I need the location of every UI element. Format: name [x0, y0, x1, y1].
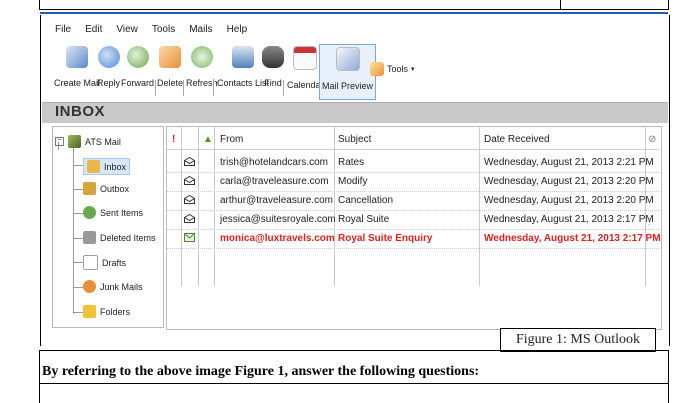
mail-preview-icon	[335, 47, 360, 71]
toolbar-separator	[213, 80, 214, 96]
attachment-column-icon[interactable]: ⊘	[648, 134, 656, 145]
inbox-icon	[87, 160, 100, 173]
outbox-icon	[83, 182, 96, 195]
forward-button[interactable]: Forward	[121, 46, 154, 98]
tree-connector	[73, 148, 74, 314]
tree-item-folders[interactable]: Folders	[83, 305, 130, 318]
delete-icon	[159, 46, 181, 68]
toolbar-separator	[183, 80, 184, 96]
question-text: By referring to the above image Figure 1…	[42, 364, 480, 379]
read-envelope-icon	[184, 214, 195, 223]
binoculars-icon	[262, 46, 284, 68]
mailbox-icon	[68, 135, 81, 148]
figure-caption: Figure 1: MS Outlook	[500, 328, 656, 352]
top-table-frame	[39, 0, 669, 10]
menu-edit[interactable]: Edit	[85, 24, 102, 40]
menu-file[interactable]: File	[55, 24, 71, 40]
table-row[interactable]: jessica@suitesroyale.com Royal Suite Wed…	[167, 210, 659, 230]
find-button[interactable]: Find	[262, 46, 284, 98]
toolbar-separator	[155, 80, 156, 96]
read-envelope-icon	[184, 195, 195, 204]
tools-dropdown[interactable]: Tools ▾	[370, 62, 415, 76]
tree-item-sent-items[interactable]: Sent Items	[83, 206, 143, 219]
table-row[interactable]: trish@hotelandcars.com Rates Wednesday, …	[167, 153, 659, 173]
scroll-grip-icon[interactable]: ⁞	[648, 217, 651, 227]
menu-tools[interactable]: Tools	[152, 24, 175, 40]
read-envelope-icon	[184, 176, 195, 185]
table-row[interactable]: arthur@traveleasure.com Cancellation Wed…	[167, 191, 659, 211]
reply-button[interactable]: Reply	[97, 46, 120, 98]
flag-column-icon[interactable]: ▲	[203, 134, 213, 145]
tools-icon	[370, 62, 384, 76]
menu-help[interactable]: Help	[227, 24, 248, 40]
contacts-icon	[232, 46, 255, 68]
unread-envelope-icon	[184, 233, 195, 242]
menu-bar: File Edit View Tools Mails Help	[55, 24, 247, 40]
forward-icon	[126, 46, 149, 68]
folder-title: INBOX	[55, 103, 106, 120]
column-header-subject[interactable]: Subject	[338, 134, 371, 145]
reply-icon	[97, 46, 120, 68]
sent-items-icon	[83, 206, 96, 219]
create-mail-icon	[66, 46, 88, 68]
tree-item-drafts[interactable]: Drafts	[83, 255, 126, 270]
folder-title-bar	[42, 102, 668, 123]
folders-icon	[83, 305, 96, 318]
junk-mail-icon	[83, 280, 96, 293]
refresh-icon	[190, 46, 213, 68]
chevron-down-icon: ▾	[411, 66, 415, 73]
mail-preview-button[interactable]: Mail Preview	[319, 44, 377, 100]
menu-mails[interactable]: Mails	[189, 24, 212, 40]
table-row-unread[interactable]: monica@luxtravels.com Royal Suite Enquir…	[167, 229, 661, 249]
tree-item-junk-mails[interactable]: Junk Mails	[83, 280, 143, 293]
tree-item-deleted-items[interactable]: Deleted Items	[83, 231, 156, 244]
column-header-date[interactable]: Date Received	[484, 134, 550, 145]
window-top-border	[40, 12, 668, 14]
tree-item-outbox[interactable]: Outbox	[83, 182, 129, 195]
collapse-toggle-icon[interactable]: −	[55, 137, 64, 146]
tree-item-inbox[interactable]: Inbox	[83, 158, 131, 175]
tree-root-ats-mail[interactable]: − ATS Mail	[55, 135, 121, 148]
delete-button[interactable]: Delete	[157, 46, 183, 98]
drafts-icon	[83, 255, 98, 270]
toolbar-separator	[283, 80, 284, 96]
read-envelope-icon	[184, 157, 195, 166]
menu-view[interactable]: View	[116, 24, 138, 40]
deleted-items-icon	[83, 231, 96, 244]
column-header-from[interactable]: From	[220, 134, 243, 145]
calendar-icon	[293, 46, 318, 70]
table-row[interactable]: carla@traveleasure.com Modify Wednesday,…	[167, 172, 659, 192]
importance-column-icon[interactable]: !	[172, 134, 175, 145]
create-mail-button[interactable]: Create Mail	[54, 46, 100, 98]
folder-tree	[52, 126, 164, 328]
